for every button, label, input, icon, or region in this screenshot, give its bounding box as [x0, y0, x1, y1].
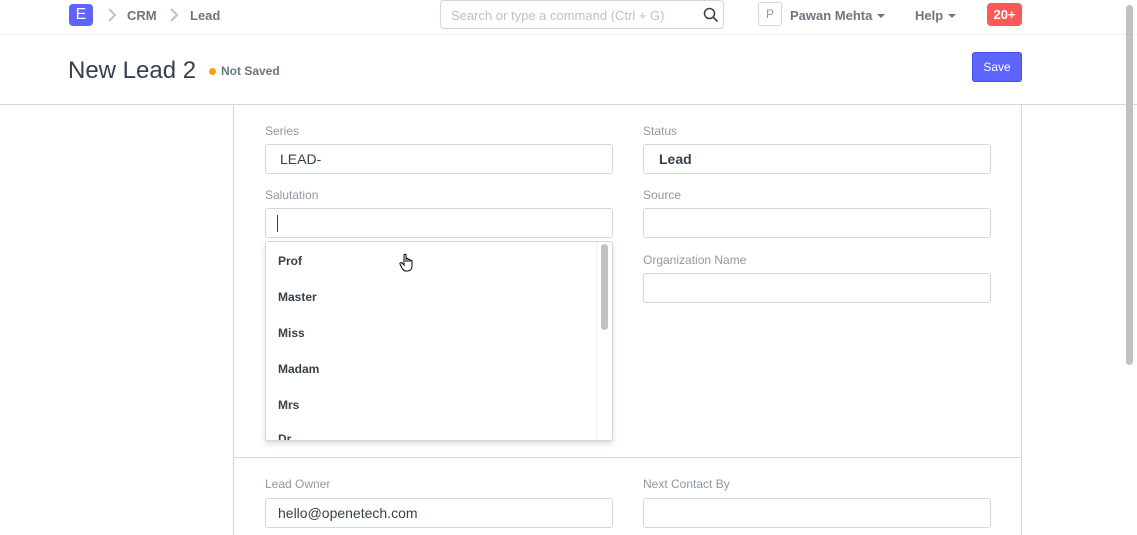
user-name: Pawan Mehta [790, 8, 873, 23]
source-label: Source [643, 188, 682, 202]
search-input[interactable]: Search or type a command (Ctrl + G) [440, 0, 724, 29]
help-label: Help [915, 8, 944, 23]
status-text: Not Saved [221, 64, 280, 78]
notifications-badge[interactable]: 20+ [987, 3, 1022, 26]
avatar[interactable]: P [758, 2, 782, 26]
series-field[interactable]: LEAD- [265, 144, 613, 174]
status-label: Status [643, 124, 678, 138]
dropdown-scrollbar[interactable] [596, 242, 612, 440]
page-head: New Lead 2 Not Saved Save [0, 35, 1137, 105]
dropdown-option-dr[interactable]: Dr [278, 432, 291, 440]
series-label: Series [265, 124, 300, 138]
dropdown-option-madam[interactable]: Madam [278, 362, 319, 376]
form-layout: Series LEAD- Status Lead Salutation Sour… [233, 105, 1022, 535]
save-button[interactable]: Save [972, 52, 1022, 82]
lead-owner-field[interactable]: hello@openetech.com [265, 498, 613, 528]
organization-name-label: Organization Name [643, 253, 747, 267]
dropdown-option-miss[interactable]: Miss [278, 326, 305, 340]
organization-name-field[interactable] [643, 273, 991, 303]
source-field[interactable] [643, 208, 991, 238]
salutation-label: Salutation [265, 188, 319, 202]
user-menu[interactable]: Pawan Mehta [790, 8, 886, 23]
status-indicator-dot [209, 68, 216, 75]
lead-owner-label: Lead Owner [265, 477, 331, 491]
section-divider [234, 457, 1021, 458]
search-placeholder: Search or type a command (Ctrl + G) [451, 8, 665, 23]
page-scrollbar-thumb[interactable] [1126, 5, 1133, 365]
breadcrumb-crm[interactable]: CRM [127, 8, 157, 23]
dropdown-option-master[interactable]: Master [278, 290, 317, 304]
page-title: New Lead 2 [68, 57, 197, 84]
salutation-field[interactable] [265, 208, 613, 238]
dropdown-option-mrs[interactable]: Mrs [278, 398, 299, 412]
search-icon[interactable] [703, 7, 719, 23]
salutation-dropdown: Prof Master Miss Madam Mrs Dr [265, 241, 613, 441]
app-logo[interactable]: E [69, 4, 93, 26]
breadcrumb-lead[interactable]: Lead [190, 8, 220, 23]
hand-pointer-icon [399, 253, 413, 272]
dropdown-option-prof[interactable]: Prof [278, 254, 302, 268]
next-contact-by-label: Next Contact By [643, 477, 730, 491]
navbar: E CRM Lead Search or type a command (Ctr… [0, 0, 1137, 35]
text-cursor [277, 215, 278, 232]
chevron-right-icon [170, 8, 179, 22]
caret-down-icon [877, 13, 886, 18]
chevron-right-icon [108, 8, 117, 22]
caret-down-icon [948, 13, 957, 18]
dropdown-scrollbar-thumb[interactable] [601, 244, 608, 330]
status-select[interactable]: Lead [643, 144, 991, 174]
help-menu[interactable]: Help [915, 8, 957, 23]
next-contact-by-field[interactable] [643, 498, 991, 528]
